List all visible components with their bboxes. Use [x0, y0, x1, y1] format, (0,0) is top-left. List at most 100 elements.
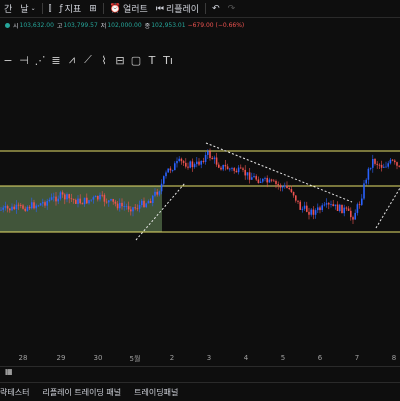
- minus-icon[interactable]: −: [0, 54, 16, 67]
- high-label: 고: [56, 22, 63, 30]
- indicators-button[interactable]: ƒ 지표: [55, 0, 85, 17]
- tab-trading-panel[interactable]: 트레이딩패널: [134, 387, 178, 398]
- trend-line-2[interactable]: [205, 142, 353, 203]
- drawing-toolbar: − ⊣ ⋰ ≣ ⩘ ⟋ ⌇ ⊟ ▢ T Tı: [0, 52, 176, 68]
- x-tick-label: 4: [243, 354, 249, 362]
- close-label: 종: [144, 22, 151, 30]
- bottom-panel-tabs: 략테스터 리플레이 트레이딩 패널 트레이딩패널: [0, 382, 400, 401]
- lines-icon[interactable]: ≣: [48, 54, 64, 67]
- candle-body: [343, 207, 345, 214]
- candle-body: [72, 199, 75, 200]
- low-value: 102,000.00: [107, 21, 142, 29]
- projection-icon[interactable]: ⌇: [96, 54, 112, 67]
- undo-button[interactable]: ↶: [208, 0, 224, 17]
- interval-selector[interactable]: 간: [0, 0, 16, 17]
- candle-body: [220, 167, 222, 170]
- candle-body: [81, 203, 84, 205]
- trend-line-3[interactable]: [375, 187, 400, 229]
- candle-body: [66, 194, 68, 200]
- candle-body: [253, 176, 255, 178]
- candle-body: [396, 162, 398, 166]
- candle-body: [207, 151, 209, 155]
- candle-body: [31, 202, 33, 209]
- redo-button[interactable]: ↷: [224, 0, 240, 17]
- layout-button[interactable]: ⊞: [85, 0, 101, 17]
- candle-body: [259, 181, 262, 183]
- candle-body: [163, 176, 165, 184]
- candle-body: [233, 168, 235, 171]
- candle-body: [42, 202, 44, 204]
- candle-icon: ⫿: [48, 3, 52, 14]
- candle-body: [191, 161, 194, 168]
- candle-body: [158, 191, 161, 195]
- zigzag-icon[interactable]: ⟋: [80, 53, 96, 67]
- candle-body: [202, 160, 205, 162]
- candle-body: [204, 154, 207, 162]
- candle-body: [127, 206, 130, 210]
- candle-body: [156, 191, 158, 195]
- candle-body: [295, 195, 297, 201]
- candle-body: [57, 198, 59, 202]
- candle-body: [200, 160, 202, 165]
- candle-body: [167, 168, 169, 173]
- candle-body: [231, 168, 233, 169]
- tab-replay-trading-panel[interactable]: 리플레이 트레이딩 패널: [42, 387, 121, 398]
- candle-body: [350, 210, 352, 218]
- x-tick-label: 30: [93, 354, 103, 362]
- interval-button[interactable]: 날 ⌄: [16, 0, 39, 17]
- candle-body: [235, 170, 238, 173]
- candle-body: [108, 200, 110, 203]
- candle-body: [48, 199, 51, 202]
- horizontal-line-icon[interactable]: ⊣: [16, 54, 32, 67]
- pattern-icon[interactable]: ⩘: [64, 53, 80, 67]
- candle-body: [174, 163, 176, 171]
- candle-body: [332, 204, 334, 207]
- price-chart[interactable]: [0, 70, 400, 352]
- candle-body: [242, 168, 244, 170]
- candle-body: [211, 157, 213, 160]
- candle-body: [35, 205, 37, 209]
- measure-icon[interactable]: ⊟: [112, 54, 128, 67]
- text-tool-icon[interactable]: Tı: [160, 54, 176, 67]
- tab-strategy-tester[interactable]: 략테스터: [0, 387, 29, 398]
- candle-body: [334, 204, 337, 207]
- candle-body: [39, 203, 42, 206]
- candle-body: [198, 161, 200, 165]
- alert-button[interactable]: ⏰ 얼러트: [106, 0, 152, 17]
- candle-body: [61, 192, 64, 195]
- rectangle-icon[interactable]: ▢: [128, 54, 144, 67]
- candle-body: [44, 202, 46, 206]
- candle-style-button[interactable]: ⫿: [45, 0, 56, 17]
- candle-body: [330, 204, 332, 205]
- rays-icon[interactable]: ⋰: [32, 54, 48, 67]
- candle-body: [336, 204, 339, 211]
- status-dot-icon: [5, 22, 10, 28]
- candle-body: [196, 161, 198, 165]
- candle-body: [369, 167, 372, 169]
- candle-body: [321, 205, 323, 211]
- candle-body: [114, 201, 117, 204]
- candle-body: [209, 151, 211, 158]
- candle-body: [389, 159, 392, 164]
- candle-body: [301, 208, 304, 210]
- calendar-icon[interactable]: ▦: [5, 367, 13, 376]
- candle-body: [92, 197, 95, 200]
- candle-body: [152, 195, 154, 203]
- candle-body: [0, 209, 2, 211]
- candle-body: [105, 201, 108, 203]
- text-icon[interactable]: T: [144, 54, 160, 67]
- candle-body: [306, 205, 308, 212]
- candle-body: [215, 157, 218, 165]
- candle-body: [268, 179, 271, 183]
- redo-icon: ↷: [227, 3, 236, 14]
- candle-body: [68, 194, 70, 199]
- candle-body: [378, 164, 381, 166]
- interval-label: 날: [20, 5, 29, 15]
- candle-body: [9, 208, 11, 211]
- candle-body: [273, 180, 275, 182]
- candle-body: [248, 172, 251, 180]
- replay-button[interactable]: ⏮ 리플레이: [152, 0, 203, 17]
- candle-body: [193, 164, 196, 168]
- candle-body: [224, 164, 227, 167]
- candle-body: [46, 201, 48, 206]
